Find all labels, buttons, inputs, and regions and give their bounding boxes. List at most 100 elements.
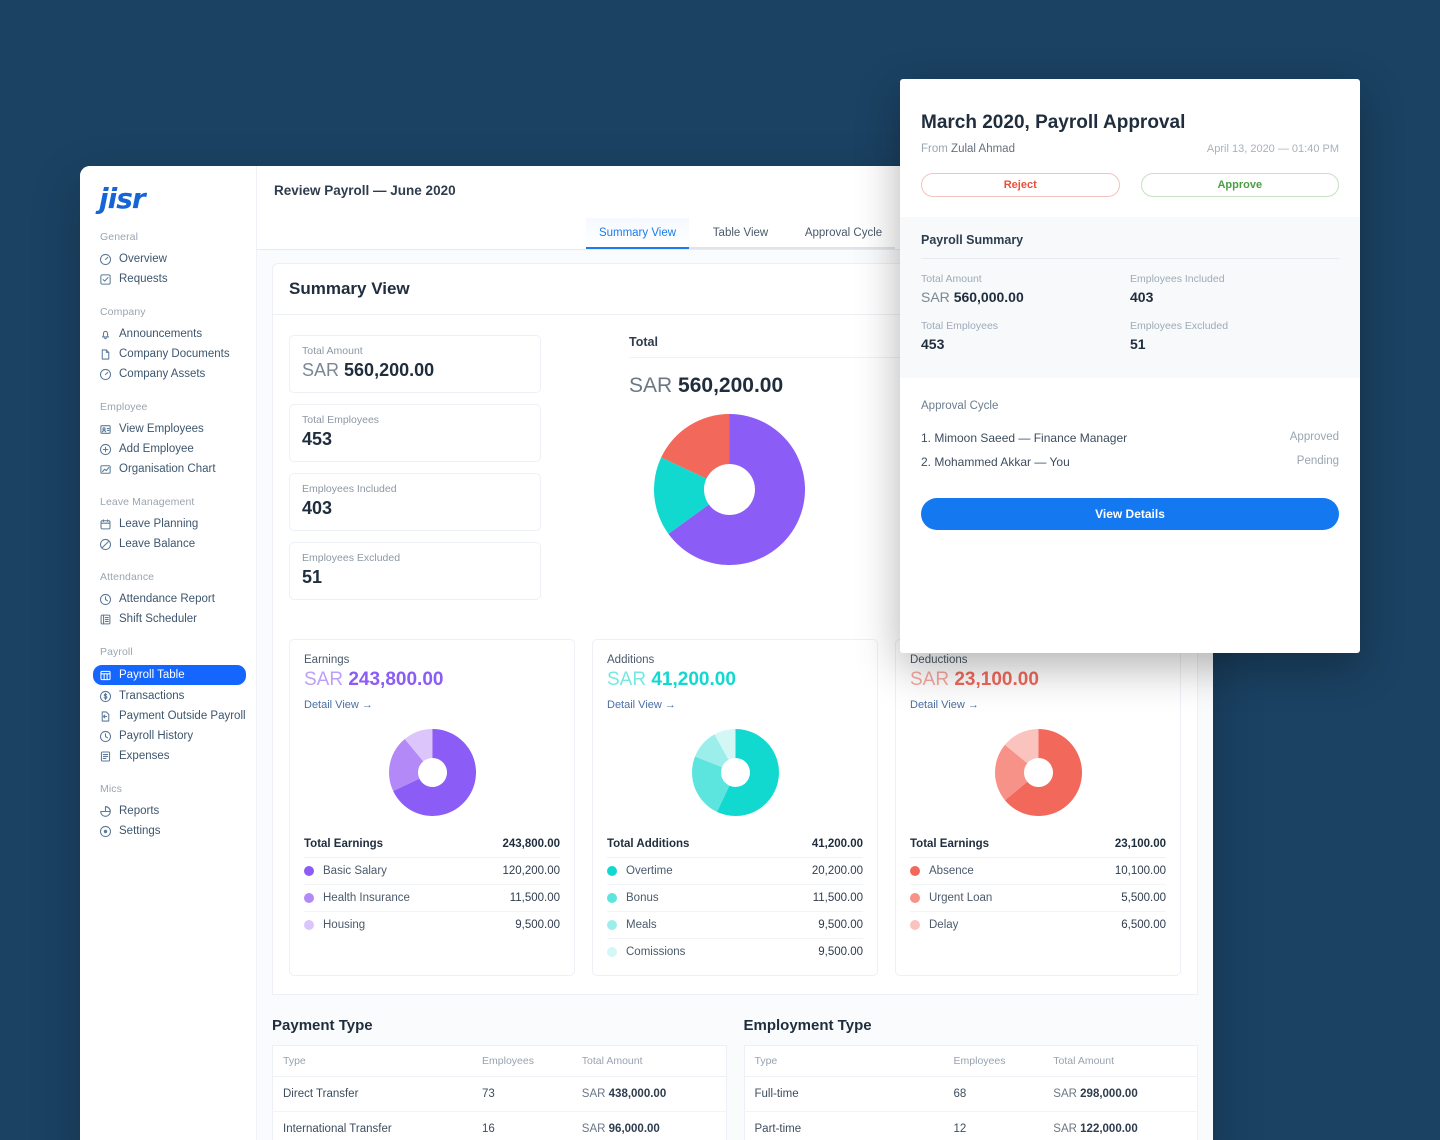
view-details-button[interactable]: View Details bbox=[921, 498, 1339, 530]
sidebar-item-label: Transactions bbox=[119, 690, 185, 702]
field-key: Employees Included bbox=[1130, 273, 1225, 285]
tab-table-view[interactable]: Table View bbox=[689, 218, 792, 249]
sidebar-group-title: Leave Management bbox=[100, 496, 195, 508]
modal-subheader: From Zulal Ahmad April 13, 2020 — 01:40 … bbox=[921, 143, 1339, 155]
legend-label: Absence bbox=[929, 865, 974, 877]
cell-currency: SAR bbox=[1053, 1088, 1077, 1100]
cell-currency: SAR bbox=[581, 1123, 606, 1135]
legend-row: Housing 9,500.00 bbox=[304, 912, 560, 938]
sidebar-item-requests[interactable]: Requests bbox=[99, 270, 246, 288]
legend-label: Overtime bbox=[626, 865, 673, 877]
summary-view-title: Summary View bbox=[289, 279, 410, 298]
legend-value: 5,500.00 bbox=[1121, 892, 1166, 904]
card-value: 41,200.00 bbox=[651, 669, 736, 690]
table-row[interactable]: Full-time 68 SAR 298,000.00 bbox=[744, 1076, 1198, 1112]
sidebar-item-company-assets[interactable]: Company Assets bbox=[99, 365, 246, 383]
approve-button[interactable]: Approve bbox=[1140, 173, 1339, 197]
sidebar-item-label: Settings bbox=[119, 825, 161, 837]
data-table: Type Employees Total Amount Direct Transfer… bbox=[272, 1045, 727, 1140]
legend-color-dot bbox=[910, 893, 920, 903]
sidebar-item-label: Attendance Report bbox=[119, 593, 215, 605]
sidebar-item-organisation-chart[interactable]: Organisation Chart bbox=[99, 460, 246, 478]
detail-view-link[interactable]: Detail View → bbox=[910, 699, 979, 711]
sidebar-item-add-employee[interactable]: Add Employee bbox=[99, 440, 246, 458]
sidebar-item-payroll-table[interactable]: Payroll Table bbox=[93, 665, 246, 685]
stat-value: 403 bbox=[302, 498, 528, 519]
card-currency: SAR bbox=[607, 669, 647, 690]
detail-view-link[interactable]: Detail View → bbox=[607, 699, 676, 711]
payroll-approval-modal: March 2020, Payroll Approval From Zulal … bbox=[900, 79, 1360, 653]
gauge-icon bbox=[99, 368, 112, 381]
sidebar-item-announcements[interactable]: Announcements bbox=[99, 325, 246, 343]
cell-amount: SAR 298,000.00 bbox=[1043, 1076, 1198, 1112]
sidebar-item-view-employees[interactable]: View Employees bbox=[99, 420, 246, 438]
sidebar-item-attendance-report[interactable]: Attendance Report bbox=[99, 590, 246, 608]
sidebar-item-payroll-history[interactable]: Payroll History bbox=[99, 727, 246, 745]
sidebar-item-leave-planning[interactable]: Leave Planning bbox=[99, 515, 246, 533]
cell-amount-value: 438,000.00 bbox=[608, 1088, 667, 1100]
stat-number: 403 bbox=[302, 498, 333, 518]
tab-approval-cycle[interactable]: Approval Cycle bbox=[792, 218, 895, 249]
sidebar-item-overview[interactable]: Overview bbox=[99, 250, 246, 268]
card-total-value: 23,100.00 bbox=[1114, 838, 1166, 850]
sidebar-item-transactions[interactable]: Transactions bbox=[99, 687, 246, 705]
breakdown-card-additions: Additions SAR 41,200.00 Detail View → Total… bbox=[592, 639, 878, 976]
deductions-donut bbox=[994, 729, 1082, 816]
table-row[interactable]: International Transfer 16 SAR 96,000.00 bbox=[272, 1111, 726, 1140]
cell-employees: 16 bbox=[472, 1111, 572, 1140]
tab-summary-view[interactable]: Summary View bbox=[586, 218, 689, 249]
sidebar-group-title: Attendance bbox=[100, 571, 155, 583]
legend-color-dot bbox=[304, 920, 314, 930]
sidebar-item-label: View Employees bbox=[119, 423, 204, 435]
reject-button[interactable]: Reject bbox=[921, 173, 1120, 197]
data-table: Type Employees Total Amount Full-time 68 SAR … bbox=[743, 1045, 1198, 1140]
sidebar-item-payment-outside-payroll[interactable]: Payment Outside Payroll bbox=[99, 707, 246, 725]
card-total-value: 41,200.00 bbox=[811, 838, 863, 850]
modal-summary-field: Employees Included 403 bbox=[1130, 273, 1339, 305]
modal-approval-cycle: Approval Cycle 1. Mimoon Saeed — Finance… bbox=[900, 378, 1360, 474]
cell-amount-value: 298,000.00 bbox=[1080, 1088, 1138, 1100]
bell-icon bbox=[99, 328, 112, 341]
sidebar-group: Mics Reports Settings bbox=[80, 783, 256, 840]
sidebar-item-company-documents[interactable]: Company Documents bbox=[99, 345, 246, 363]
table-row[interactable]: Direct Transfer 73 SAR 438,000.00 bbox=[272, 1076, 726, 1112]
modal-date: April 13, 2020 — 01:40 PM bbox=[1206, 143, 1339, 155]
modal-summary-field: Total Employees 453 bbox=[921, 320, 1130, 352]
sidebar-item-label: Company Documents bbox=[119, 348, 230, 360]
breakdown-card-deductions: Deductions SAR 23,100.00 Detail View → Tota… bbox=[895, 639, 1181, 976]
sidebar-item-leave-balance[interactable]: Leave Balance bbox=[99, 535, 246, 553]
legend-label: Delay bbox=[929, 919, 959, 931]
stat-card: Employees Excluded 51 bbox=[289, 542, 541, 600]
cell-type: Part-time bbox=[744, 1111, 944, 1140]
table-title: Employment Type bbox=[743, 1017, 872, 1034]
sidebar-item-reports[interactable]: Reports bbox=[99, 802, 246, 820]
plus-circle-icon bbox=[99, 443, 112, 456]
approval-cycle-row: 1. Mimoon Saeed — Finance Manager Approve… bbox=[921, 426, 1339, 450]
detail-view-link[interactable]: Detail View → bbox=[304, 699, 373, 711]
card-title: Additions bbox=[607, 654, 655, 666]
legend-label: Bonus bbox=[626, 892, 659, 904]
legend-color-dot bbox=[910, 920, 920, 930]
modal-summary-field: Total Amount SAR 560,000.00 bbox=[921, 273, 1130, 305]
field-number: 403 bbox=[1130, 289, 1154, 305]
bottom-tables: Payment Type Type Employees Total Amount Dir… bbox=[272, 1017, 1198, 1140]
sidebar-item-label: Expenses bbox=[119, 750, 170, 762]
field-key: Employees Excluded bbox=[1130, 320, 1229, 332]
table-row[interactable]: Part-time 12 SAR 122,000.00 bbox=[744, 1111, 1198, 1140]
person-card-icon bbox=[99, 423, 112, 436]
sidebar-group: Company Announcements Company Documents Com… bbox=[80, 306, 256, 383]
sidebar-item-label: Overview bbox=[119, 253, 167, 265]
modal-from-name: Zulal Ahmad bbox=[951, 143, 1015, 155]
approval-cycle-row: 2. Mohammed Akkar — You Pending bbox=[921, 450, 1339, 474]
legend-label: Meals bbox=[626, 919, 657, 931]
stat-label: Total Employees bbox=[302, 414, 380, 426]
table-block-employment-type: Employment Type Type Employees Total Amount… bbox=[743, 1017, 1198, 1140]
sidebar-item-settings[interactable]: Settings bbox=[99, 822, 246, 840]
cell-employees: 68 bbox=[943, 1076, 1044, 1112]
field-number: 560,000.00 bbox=[953, 289, 1024, 305]
jisr-logo[interactable]: jisr bbox=[99, 185, 256, 213]
sidebar-item-shift-scheduler[interactable]: Shift Scheduler bbox=[99, 610, 246, 628]
sidebar-item-expenses[interactable]: Expenses bbox=[99, 747, 246, 765]
legend-label: Basic Salary bbox=[323, 865, 387, 877]
legend-value: 10,100.00 bbox=[1114, 865, 1166, 877]
